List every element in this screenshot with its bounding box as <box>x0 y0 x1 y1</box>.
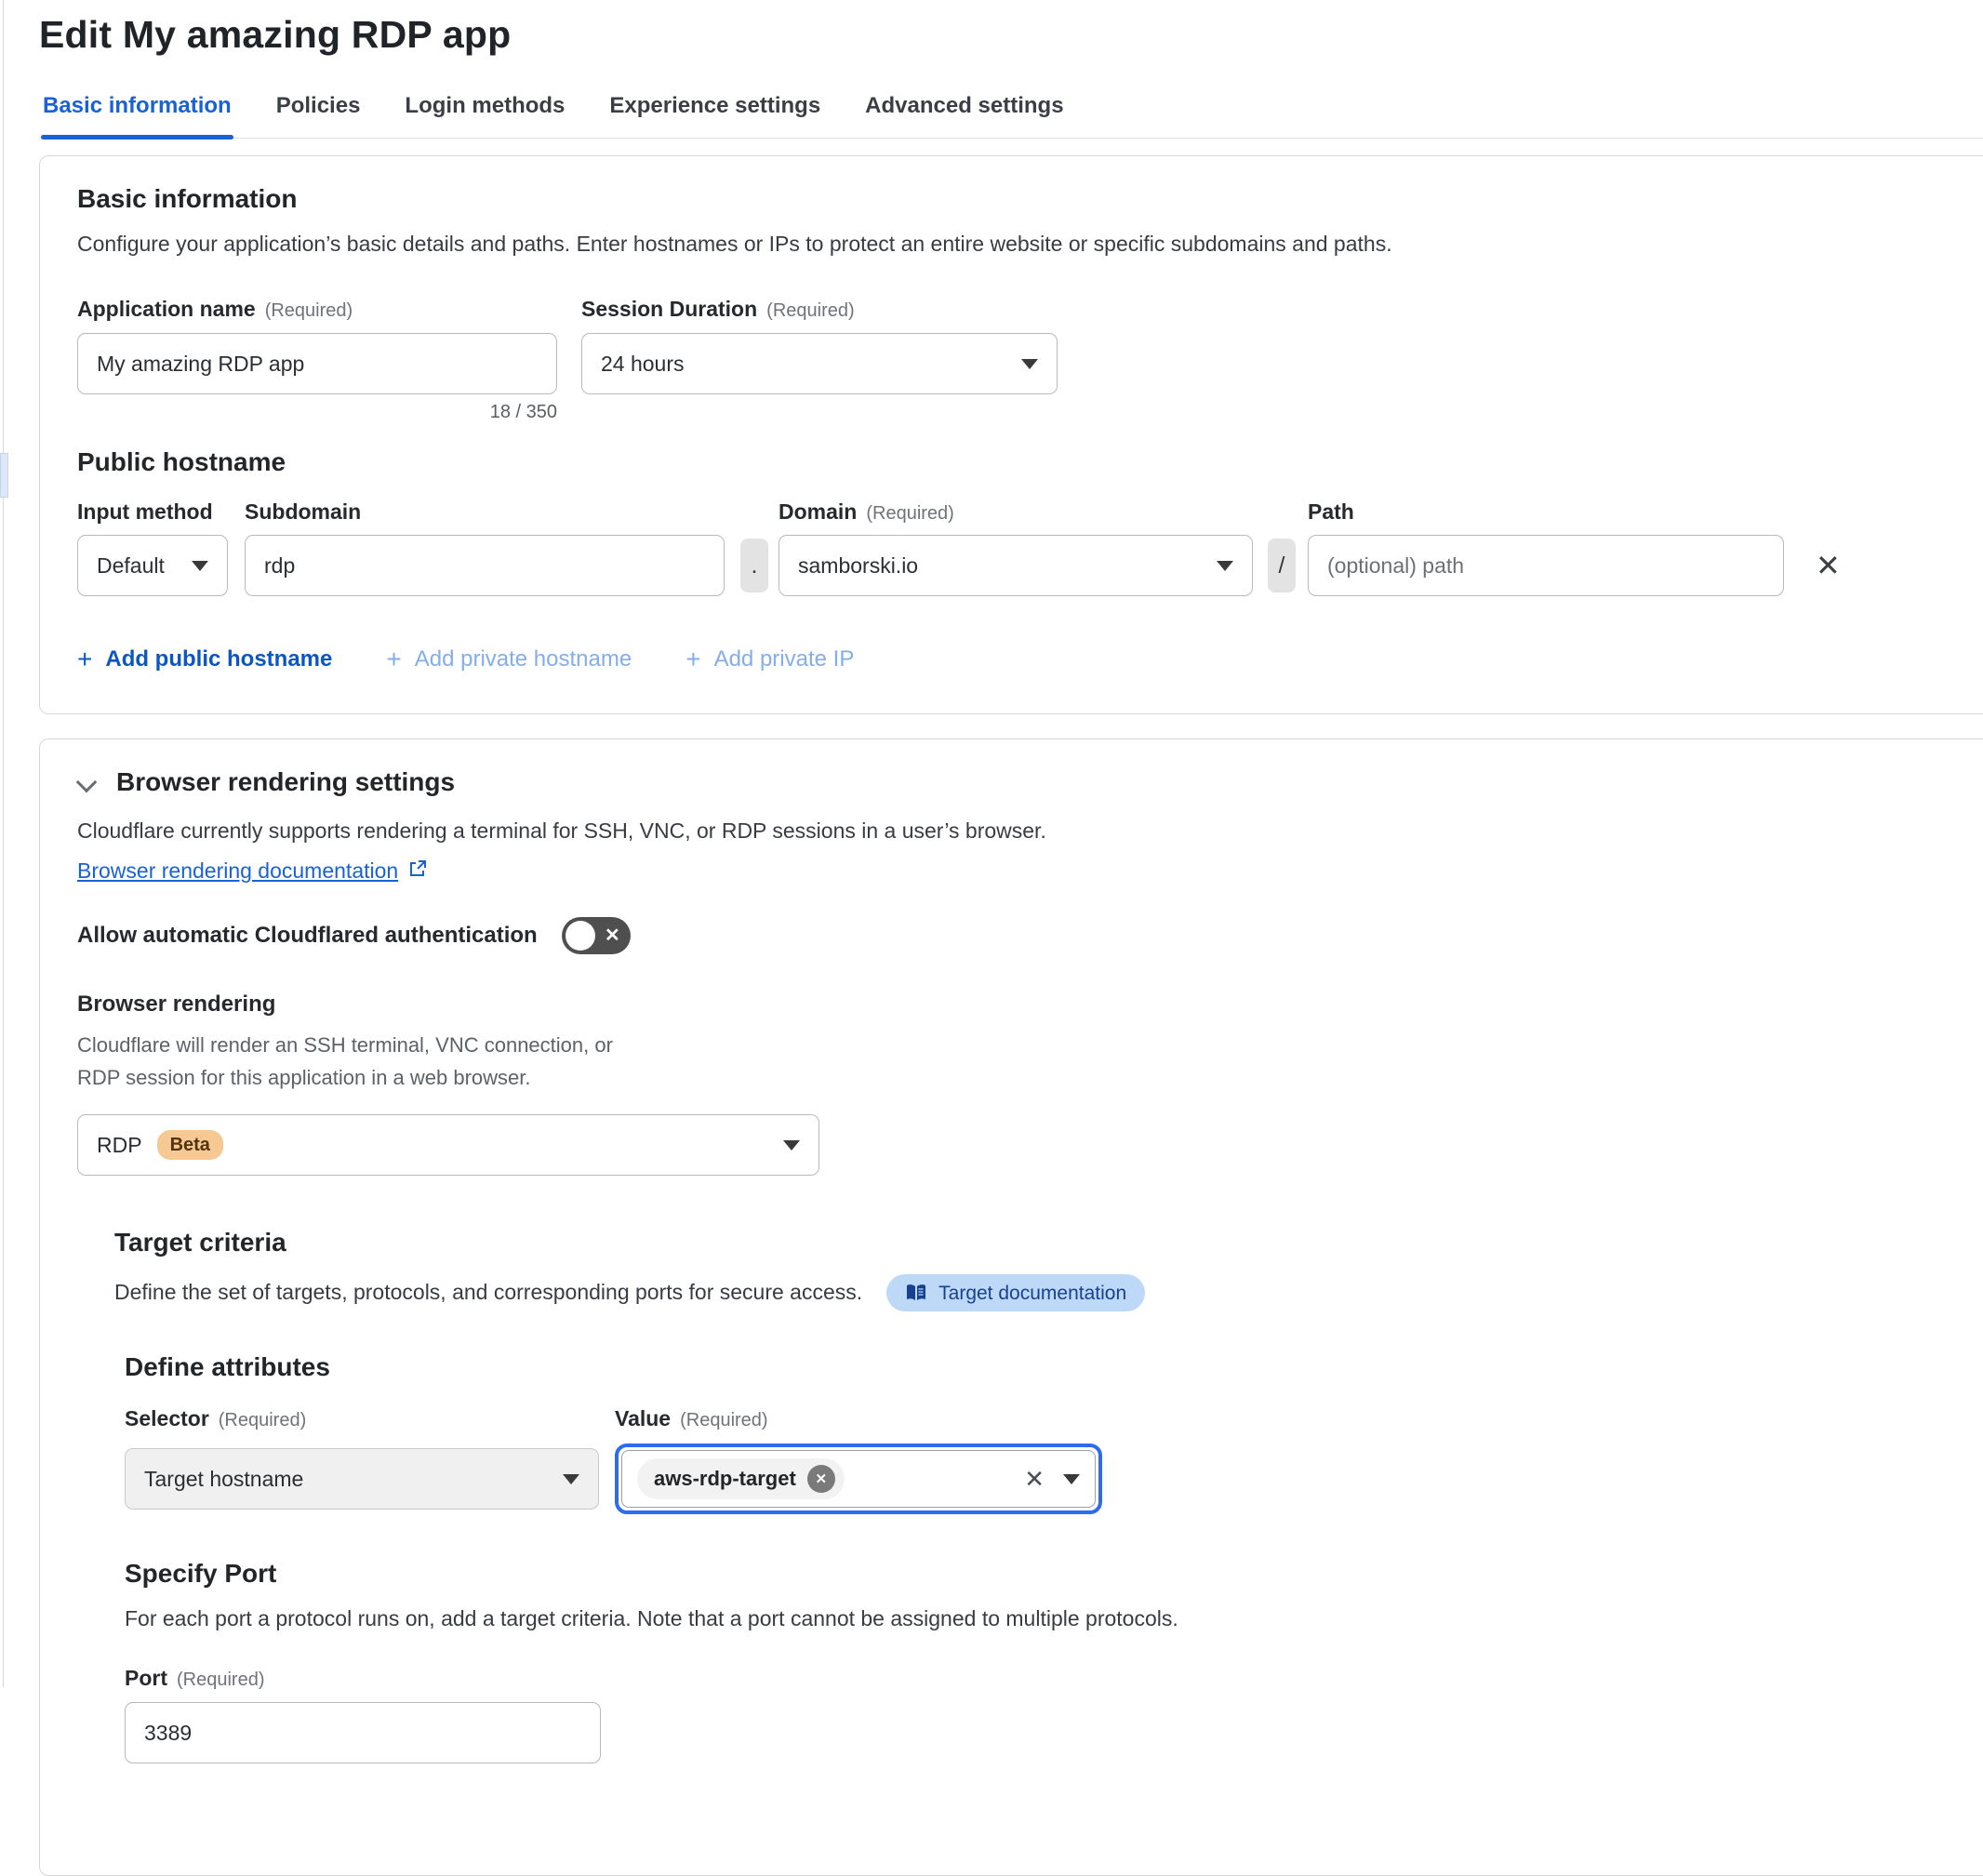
page-title: Edit My amazing RDP app <box>39 13 1983 57</box>
browser-rendering-settings-description: Cloudflare currently supports rendering … <box>77 816 1983 846</box>
application-name-char-count: 18 / 350 <box>77 402 557 423</box>
cloudflared-auth-label: Allow automatic Cloudflared authenticati… <box>77 923 538 949</box>
selector-label: Selector <box>125 1406 209 1431</box>
toggle-knob <box>566 921 595 951</box>
input-method-value: Default <box>97 553 165 579</box>
basic-information-heading: Basic information <box>77 184 1983 214</box>
domain-value: samborski.io <box>798 553 918 579</box>
tag-remove-icon[interactable]: ✕ <box>807 1465 835 1493</box>
application-name-input[interactable] <box>77 333 557 394</box>
input-method-select[interactable]: Default <box>77 535 228 596</box>
add-private-ip-button[interactable]: + Add private IP <box>685 645 854 674</box>
domain-select[interactable]: samborski.io <box>779 535 1253 596</box>
browser-rendering-settings-heading: Browser rendering settings <box>116 767 455 797</box>
port-label: Port <box>125 1666 167 1691</box>
define-attributes-section: Define attributes Selector (Required) Va… <box>125 1352 1983 1763</box>
add-private-hostname-button[interactable]: + Add private hostname <box>386 645 632 674</box>
public-hostname-row: Default . samborski.io / ✕ <box>77 535 1983 596</box>
tab-bar: Basic information Policies Login methods… <box>39 85 1983 139</box>
add-public-hostname-label: Add public hostname <box>105 646 332 672</box>
domain-label: Domain <box>779 499 857 525</box>
book-icon <box>905 1283 927 1303</box>
application-name-label: Application name <box>77 297 256 322</box>
selector-required-hint: (Required) <box>219 1410 306 1431</box>
input-method-label: Input method <box>77 499 213 525</box>
chevron-down-icon <box>1021 359 1038 369</box>
left-edge-highlight <box>0 453 8 498</box>
tab-login-methods[interactable]: Login methods <box>403 93 566 138</box>
tab-policies[interactable]: Policies <box>274 93 363 138</box>
clear-value-icon[interactable]: ✕ <box>1024 1467 1045 1491</box>
domain-required-hint: (Required) <box>866 503 953 525</box>
public-hostname-heading: Public hostname <box>77 447 1983 477</box>
plus-icon: + <box>77 645 92 674</box>
browser-rendering-label: Browser rendering <box>77 991 1983 1018</box>
chevron-down-icon[interactable] <box>1063 1474 1080 1484</box>
hostname-actions: + Add public hostname + Add private host… <box>77 645 1983 674</box>
chevron-down-icon <box>563 1474 579 1484</box>
chevron-down-icon <box>1217 561 1233 571</box>
define-attributes-heading: Define attributes <box>125 1352 1983 1382</box>
slash-separator: / <box>1268 539 1296 592</box>
specify-port-heading: Specify Port <box>125 1559 1983 1589</box>
session-duration-label: Session Duration <box>581 297 757 322</box>
selector-select[interactable]: Target hostname <box>125 1448 599 1510</box>
specify-port-description: For each port a protocol runs on, add a … <box>125 1603 1983 1634</box>
path-label: Path <box>1308 499 1354 525</box>
target-criteria-section: Target criteria Define the set of target… <box>114 1228 1983 1763</box>
browser-rendering-select[interactable]: RDP Beta <box>77 1114 819 1176</box>
basic-information-description: Configure your application’s basic detai… <box>77 229 1983 259</box>
plus-icon: + <box>386 645 401 674</box>
beta-badge: Beta <box>157 1130 223 1160</box>
chevron-down-icon <box>783 1140 800 1151</box>
page-left-border <box>3 0 4 1687</box>
basic-information-card: Basic information Configure your applica… <box>39 155 1983 714</box>
browser-rendering-card: Browser rendering settings Cloudflare cu… <box>39 738 1983 1876</box>
port-required-hint: (Required) <box>177 1670 264 1691</box>
value-tag-label: aws-rdp-target <box>654 1467 796 1491</box>
subdomain-input[interactable] <box>245 535 725 596</box>
target-criteria-description: Define the set of targets, protocols, an… <box>114 1277 862 1308</box>
target-documentation-label: Target documentation <box>938 1284 1126 1303</box>
public-hostname-labels: Input method Subdomain Domain (Required)… <box>77 499 1983 527</box>
chevron-down-icon <box>192 561 208 571</box>
plus-icon: + <box>685 645 700 674</box>
session-duration-select[interactable]: 24 hours <box>581 333 1058 394</box>
add-private-hostname-label: Add private hostname <box>415 646 632 672</box>
application-name-required-hint: (Required) <box>265 300 353 322</box>
tab-basic-information[interactable]: Basic information <box>41 93 233 138</box>
external-link-icon <box>407 858 428 884</box>
target-documentation-badge[interactable]: Target documentation <box>886 1274 1145 1311</box>
value-required-hint: (Required) <box>680 1410 767 1431</box>
session-duration-required-hint: (Required) <box>766 300 854 322</box>
cloudflared-auth-toggle[interactable]: ✕ <box>562 917 631 954</box>
main-content: Edit My amazing RDP app Basic informatio… <box>39 0 1983 1876</box>
browser-rendering-value: RDP <box>97 1133 142 1158</box>
browser-rendering-doc-link[interactable]: Browser rendering documentation <box>77 858 398 884</box>
collapse-chevron-down-icon[interactable] <box>77 772 98 792</box>
session-duration-value: 24 hours <box>601 352 685 377</box>
selector-value: Target hostname <box>144 1467 303 1492</box>
browser-rendering-description: Cloudflare will render an SSH terminal, … <box>77 1029 635 1094</box>
port-input[interactable] <box>125 1702 601 1763</box>
value-multiselect[interactable]: aws-rdp-target ✕ ✕ <box>615 1444 1102 1514</box>
dot-separator: . <box>740 539 768 592</box>
value-tag: aws-rdp-target ✕ <box>637 1458 845 1499</box>
add-public-hostname-button[interactable]: + Add public hostname <box>77 645 332 674</box>
toggle-off-x-icon: ✕ <box>605 924 620 947</box>
target-criteria-heading: Target criteria <box>114 1228 1983 1257</box>
path-input[interactable] <box>1308 535 1784 596</box>
subdomain-label: Subdomain <box>245 499 361 525</box>
remove-hostname-close-icon[interactable]: ✕ <box>1812 547 1844 584</box>
tab-advanced-settings[interactable]: Advanced settings <box>863 93 1065 138</box>
add-private-ip-label: Add private IP <box>714 646 855 672</box>
tab-experience-settings[interactable]: Experience settings <box>607 93 822 138</box>
value-label: Value <box>615 1406 671 1431</box>
